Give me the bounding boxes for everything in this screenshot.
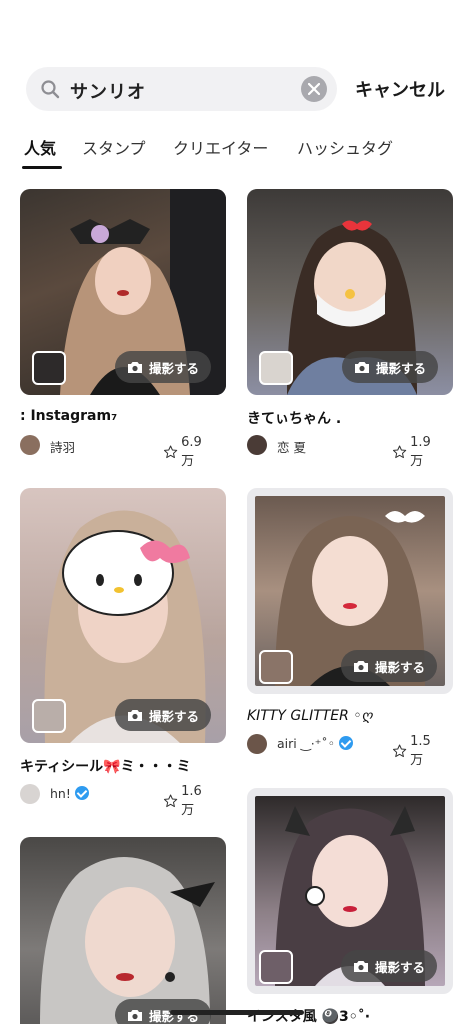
creator-name[interactable]: 詩羽 <box>50 437 75 456</box>
clear-search-button[interactable] <box>301 76 327 102</box>
sticker-thumbnail <box>32 699 66 733</box>
avatar <box>247 435 267 455</box>
creator-name[interactable]: 恋 夏 <box>277 437 306 456</box>
filter-preview-image[interactable]: 撮影する <box>247 488 453 694</box>
tab-hashtags[interactable]: ハッシュタグ <box>297 135 393 159</box>
cancel-button[interactable]: キャンセル <box>355 76 445 102</box>
camera-icon <box>128 361 142 373</box>
portrait-illustration <box>40 857 215 1024</box>
tab-popular[interactable]: 人気 <box>24 135 56 159</box>
avatar <box>20 435 40 455</box>
creator-name[interactable]: airi ‿·⁺˚◦ <box>277 736 353 751</box>
card-title: キティシール🎀ミ・・・ミ <box>20 759 191 775</box>
active-tab-indicator <box>22 166 62 169</box>
star-icon <box>392 744 407 758</box>
capture-label: 撮影する <box>375 659 426 675</box>
camera-icon <box>128 709 142 721</box>
tab-creators[interactable]: クリエイター <box>173 135 268 159</box>
creator-name[interactable]: hn! <box>50 786 89 801</box>
tab-stamps[interactable]: スタンプ <box>82 135 146 159</box>
capture-label: 撮影する <box>375 959 426 975</box>
sticker-thumbnail <box>259 351 293 385</box>
search-input[interactable]: サンリオ <box>70 78 146 104</box>
sticker-thumbnail <box>259 650 293 684</box>
capture-button[interactable]: 撮影する <box>115 699 212 731</box>
capture-label: 撮影する <box>149 708 200 724</box>
camera-icon <box>128 1009 142 1021</box>
sticker-thumbnail <box>259 950 293 984</box>
star-icon <box>392 445 407 459</box>
avatar <box>247 734 267 754</box>
card-title: : Instagram₇ <box>20 408 118 424</box>
search-icon <box>41 80 60 99</box>
close-icon <box>308 83 320 95</box>
card-title: インスタ風 🎱3◦˚· <box>247 1009 371 1024</box>
star-icon <box>163 794 178 808</box>
star-icon <box>163 445 178 459</box>
capture-button[interactable]: 撮影する <box>341 950 438 982</box>
verified-badge-icon <box>74 786 89 800</box>
camera-icon <box>354 960 368 972</box>
filter-preview-image[interactable]: 撮影する <box>247 189 453 395</box>
home-indicator[interactable] <box>170 1010 304 1015</box>
verified-badge-icon <box>338 736 353 750</box>
like-count[interactable]: 1.6万 <box>163 784 207 818</box>
sticker-thumbnail <box>32 351 66 385</box>
filter-preview-image[interactable]: 撮影する <box>20 189 226 395</box>
filter-preview-image[interactable]: 撮影する <box>20 837 226 1024</box>
like-count[interactable]: 1.9万 <box>392 435 436 469</box>
like-count[interactable]: 6.9万 <box>163 435 207 469</box>
capture-button[interactable]: 撮影する <box>115 351 212 383</box>
camera-icon <box>354 660 368 672</box>
card-title: きてぃちゃん . <box>247 411 342 427</box>
capture-label: 撮影する <box>149 360 200 376</box>
category-tabs: 人気 スタンプ クリエイター ハッシュタグ <box>0 130 473 170</box>
like-count[interactable]: 1.5万 <box>392 734 436 768</box>
avatar <box>20 784 40 804</box>
camera-icon <box>355 361 369 373</box>
capture-label: 撮影する <box>376 360 427 376</box>
search-bar[interactable]: サンリオ <box>26 67 337 111</box>
capture-button[interactable]: 撮影する <box>342 351 439 383</box>
card-title: KITTY GLITTER ◦ღ <box>247 708 373 724</box>
filter-preview-image[interactable]: 撮影する <box>247 788 453 994</box>
capture-button[interactable]: 撮影する <box>341 650 438 682</box>
filter-preview-image[interactable]: 撮影する <box>20 488 226 743</box>
